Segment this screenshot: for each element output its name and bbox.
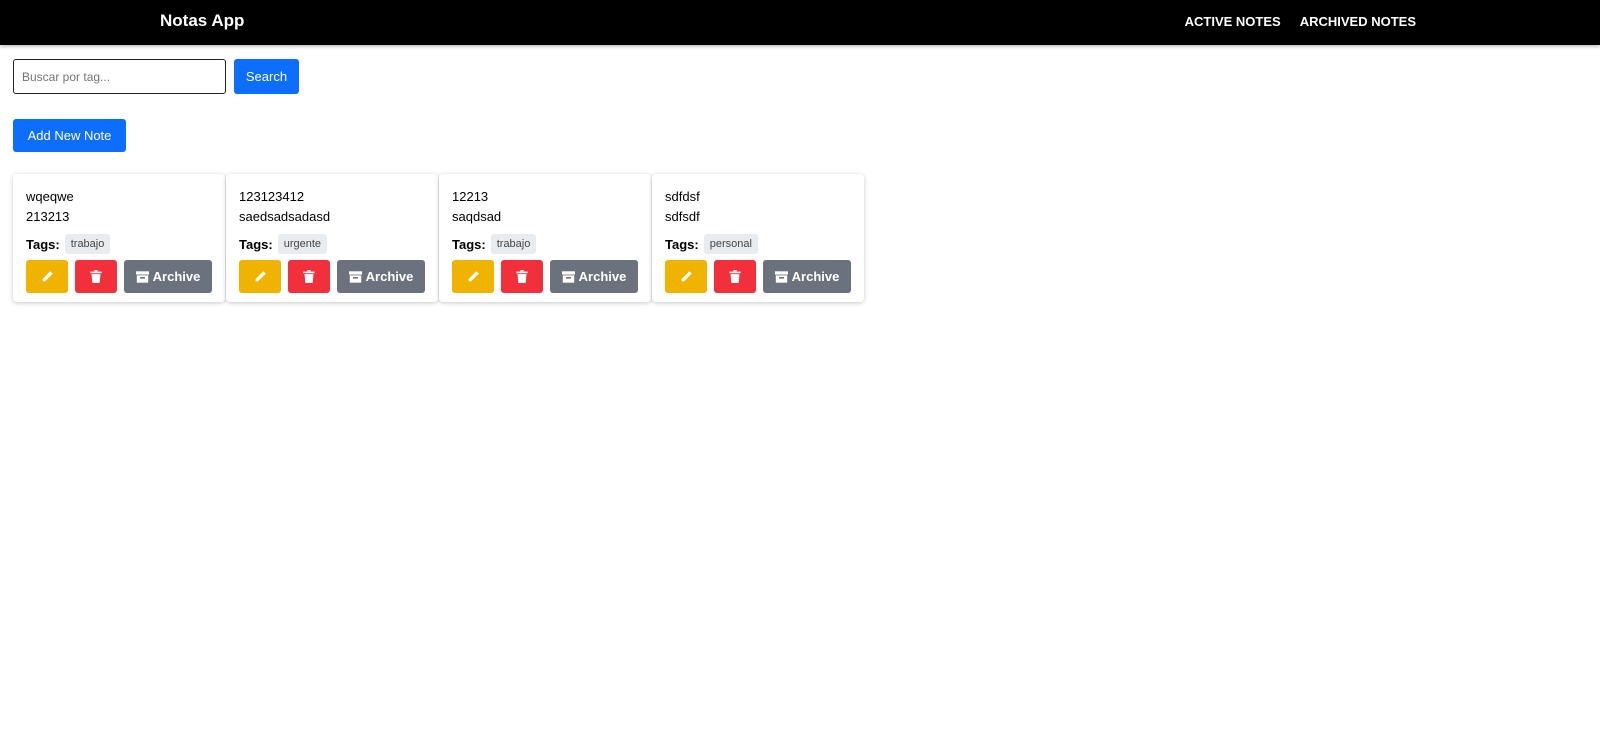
tag-badge: trabajo — [490, 234, 537, 254]
note-content: sdfsdf — [665, 209, 700, 224]
archive-box-icon — [561, 270, 575, 283]
edit-note-button[interactable] — [665, 260, 708, 293]
tags-label: Tags: — [26, 236, 60, 252]
tags-label: Tags: — [239, 236, 273, 252]
notes-list: wqeqwe 213213 Tags: trabajo Archive 1231… — [13, 174, 865, 302]
note-card: wqeqwe 213213 Tags: trabajo Archive — [13, 174, 225, 302]
note-title: sdfdsf — [665, 189, 700, 204]
note-title: 12213 — [452, 189, 489, 204]
delete-note-button[interactable] — [288, 260, 331, 293]
add-new-note-button[interactable]: Add New Note — [13, 119, 126, 152]
pencil-icon — [41, 270, 54, 283]
archive-box-icon — [135, 270, 149, 283]
note-title: 123123412 — [239, 189, 305, 204]
pencil-icon — [680, 270, 693, 283]
archive-note-button[interactable]: Archive — [124, 260, 212, 293]
note-content: 213213 — [26, 209, 70, 224]
note-card: 12213 saqdsad Tags: trabajo Archive — [439, 174, 651, 302]
note-actions: Archive — [665, 260, 851, 293]
edit-note-button[interactable] — [239, 260, 282, 293]
trash-icon — [90, 270, 102, 283]
archive-box-icon — [348, 270, 362, 283]
tags-label: Tags: — [665, 236, 699, 252]
brand-title[interactable]: Notas App — [160, 11, 244, 31]
note-tags: Tags: urgente — [239, 234, 425, 254]
archive-box-icon — [774, 270, 788, 283]
search-button[interactable]: Search — [234, 59, 299, 94]
archive-label: Archive — [791, 269, 840, 284]
note-content: saedsadsadasd — [239, 209, 331, 224]
archive-note-button[interactable]: Archive — [550, 260, 638, 293]
search-input[interactable] — [13, 59, 226, 94]
note-card: sdfdsf sdfsdf Tags: personal Archive — [652, 174, 864, 302]
note-actions: Archive — [26, 260, 212, 293]
note-actions: Archive — [452, 260, 638, 293]
note-card: 123123412 saedsadsadasd Tags: urgente Ar… — [226, 174, 438, 302]
note-tags: Tags: trabajo — [26, 234, 212, 254]
note-title: wqeqwe — [26, 189, 74, 204]
delete-note-button[interactable] — [75, 260, 118, 293]
trash-icon — [303, 270, 315, 283]
edit-note-button[interactable] — [26, 260, 69, 293]
delete-note-button[interactable] — [501, 260, 544, 293]
tag-badge: trabajo — [64, 234, 111, 254]
tag-badge: urgente — [277, 234, 328, 254]
archive-label: Archive — [578, 269, 627, 284]
note-content: saqdsad — [452, 209, 502, 224]
pencil-icon — [467, 270, 480, 283]
edit-note-button[interactable] — [452, 260, 495, 293]
tag-badge: personal — [703, 234, 758, 254]
tags-label: Tags: — [452, 236, 486, 252]
archive-note-button[interactable]: Archive — [763, 260, 851, 293]
nav-links: ACTIVE NOTES ARCHIVED NOTES — [1185, 14, 1416, 29]
nav-link-active-notes[interactable]: ACTIVE NOTES — [1185, 14, 1281, 29]
trash-icon — [516, 270, 528, 283]
note-actions: Archive — [239, 260, 425, 293]
archive-note-button[interactable]: Archive — [337, 260, 425, 293]
note-tags: Tags: personal — [665, 234, 851, 254]
search-bar: Search — [13, 59, 299, 94]
trash-icon — [729, 270, 741, 283]
delete-note-button[interactable] — [714, 260, 757, 293]
navbar: Notas App ACTIVE NOTES ARCHIVED NOTES — [0, 0, 1600, 45]
archive-label: Archive — [365, 269, 414, 284]
archive-label: Archive — [152, 269, 201, 284]
nav-link-archived-notes[interactable]: ARCHIVED NOTES — [1300, 14, 1416, 29]
note-tags: Tags: trabajo — [452, 234, 638, 254]
pencil-icon — [254, 270, 267, 283]
